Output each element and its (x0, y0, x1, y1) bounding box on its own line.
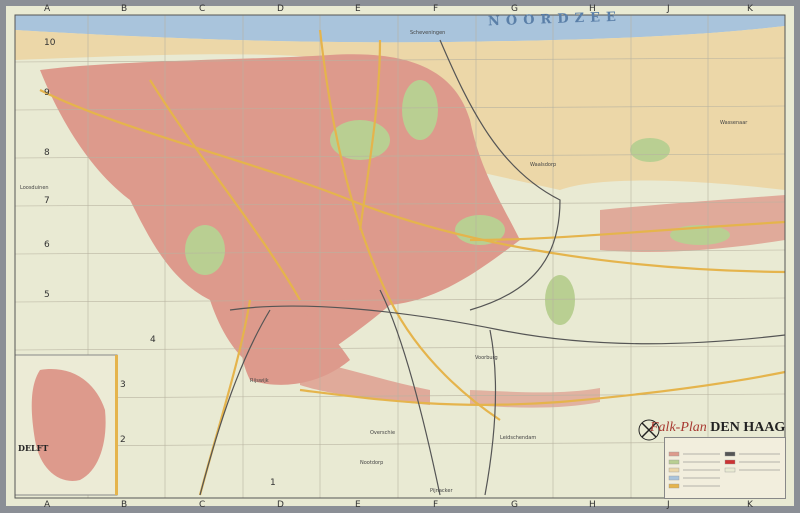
place-label: Wassenaar (720, 120, 748, 126)
place-label: Rijswijk (250, 378, 269, 384)
row-label-4: 4 (150, 335, 156, 345)
column-label-a: A (44, 4, 51, 14)
column-label-d: D (277, 4, 284, 14)
column-label-e: E (355, 4, 361, 14)
column-label-h-bottom: H (589, 500, 596, 510)
place-label: Overschie (370, 430, 396, 436)
place-label: Waalsdorp (530, 162, 557, 168)
row-label-8: 8 (44, 148, 50, 158)
row-label-10: 10 (44, 38, 56, 48)
place-label: Pijnacker (430, 488, 453, 494)
place-label: Leidschendam (500, 435, 537, 441)
column-label-b-bottom: B (121, 500, 128, 510)
row-label-2: 2 (120, 435, 126, 445)
column-label-f-bottom: F (433, 500, 439, 510)
column-label-c-bottom: C (199, 500, 206, 510)
map-title: Falk-Plan DEN HAAG (650, 420, 785, 436)
map-sheet[interactable]: NOORDZEE A B C D E F G H J K A B C D E F… (0, 0, 800, 513)
column-label-k: K (747, 4, 753, 14)
column-label-a-bottom: A (44, 500, 51, 510)
column-label-g: G (511, 4, 518, 14)
column-label-b: B (121, 4, 128, 14)
column-label-k-bottom: K (747, 500, 753, 510)
title-script: Falk-Plan (650, 420, 707, 435)
column-label-c: C (199, 4, 206, 14)
column-label-e-bottom: E (355, 500, 361, 510)
row-label-3: 3 (120, 380, 126, 390)
row-label-5: 5 (44, 290, 50, 300)
place-label: Scheveningen (410, 30, 446, 36)
legend-panel (664, 437, 786, 499)
legend-swatches (668, 451, 780, 489)
row-label-9: 9 (44, 88, 50, 98)
inset-title: DELFT (18, 443, 49, 453)
column-label-d-bottom: D (277, 500, 284, 510)
column-label-j: J (667, 4, 670, 14)
column-label-j-bottom: J (667, 500, 670, 510)
column-label-g-bottom: G (511, 500, 518, 510)
place-label: Voorburg (475, 355, 498, 361)
row-label-1: 1 (270, 478, 276, 488)
place-label: Loosduinen (20, 185, 49, 191)
row-label-6: 6 (44, 240, 50, 250)
title-city: DEN HAAG (710, 420, 786, 435)
place-label: Nootdorp (360, 460, 384, 466)
row-label-7: 7 (44, 196, 50, 206)
column-label-h: H (589, 4, 596, 14)
column-label-f: F (433, 4, 439, 14)
